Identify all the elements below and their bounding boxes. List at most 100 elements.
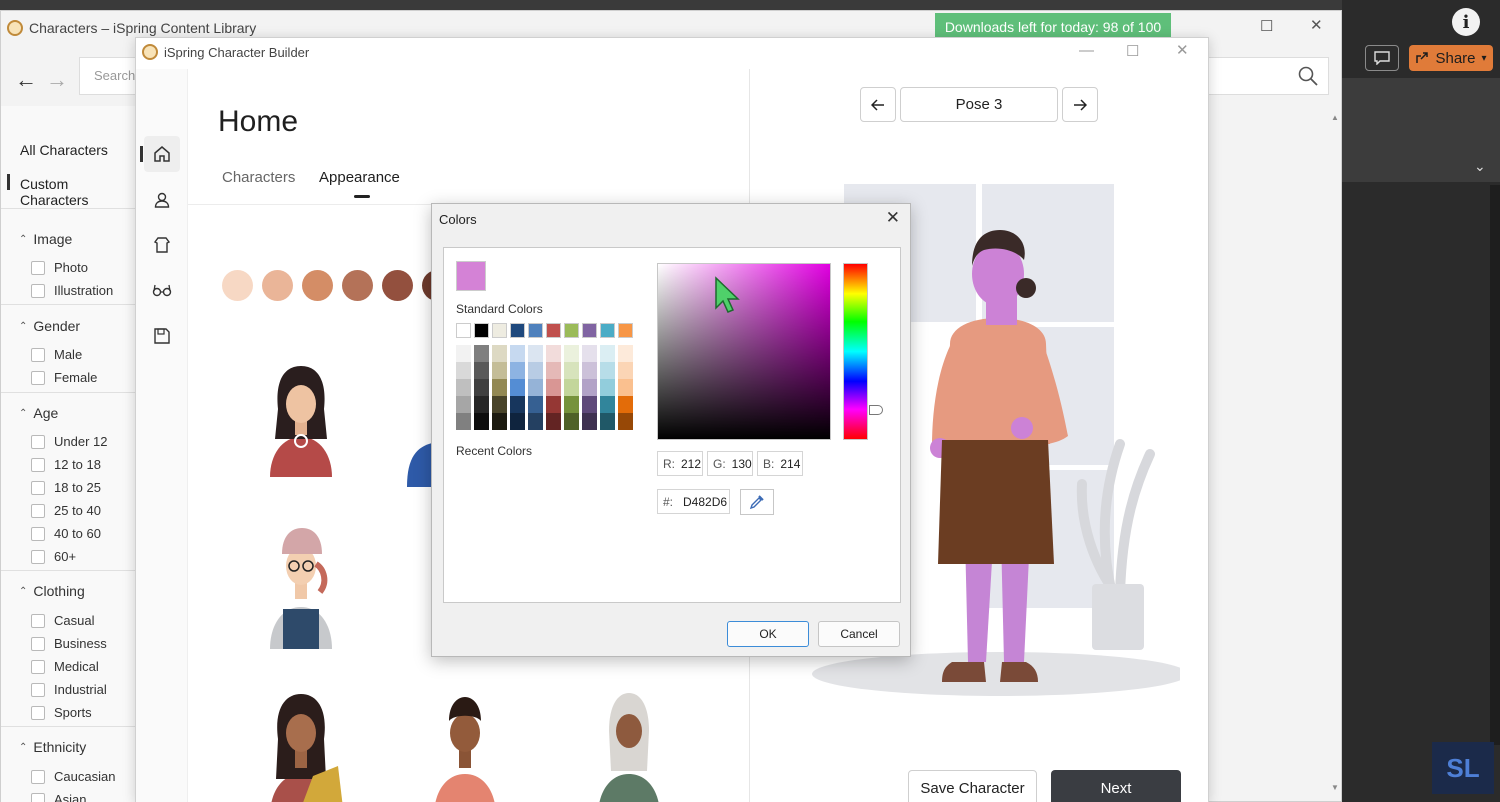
shade-swatch[interactable] — [528, 345, 543, 362]
shade-swatch[interactable] — [510, 379, 525, 396]
checkbox[interactable] — [31, 260, 45, 275]
filter-option-male[interactable]: Male — [31, 347, 82, 362]
filter-option-caucasian[interactable]: Caucasian — [31, 769, 115, 784]
standard-color-swatch[interactable] — [546, 323, 561, 338]
shade-swatch[interactable] — [492, 362, 507, 379]
character-button[interactable] — [144, 182, 180, 218]
filter-option-18-to-25[interactable]: 18 to 25 — [31, 480, 101, 495]
comment-button[interactable] — [1365, 45, 1399, 71]
shade-swatch[interactable] — [510, 413, 525, 430]
checkbox[interactable] — [31, 769, 45, 784]
skin-tone-swatch[interactable] — [342, 270, 373, 301]
save-button[interactable] — [144, 318, 180, 354]
shade-swatch[interactable] — [528, 379, 543, 396]
filter-option-photo[interactable]: Photo — [31, 260, 88, 275]
shade-swatch[interactable] — [546, 362, 561, 379]
home-button[interactable] — [144, 136, 180, 172]
shade-swatch[interactable] — [618, 413, 633, 430]
shade-swatch[interactable] — [582, 362, 597, 379]
shade-swatch[interactable] — [582, 379, 597, 396]
filter-header-clothing[interactable]: ⌃ Clothing — [19, 583, 85, 599]
shade-swatch[interactable] — [456, 413, 471, 430]
eyedropper-button[interactable] — [740, 489, 774, 515]
shade-swatch[interactable] — [456, 345, 471, 362]
checkbox[interactable] — [31, 526, 45, 541]
filter-option-sports[interactable]: Sports — [31, 705, 92, 720]
scroll-up-icon[interactable]: ▲ — [1331, 113, 1339, 122]
filter-header-age[interactable]: ⌃ Age — [19, 405, 58, 421]
saturation-value-picker[interactable] — [657, 263, 831, 440]
shade-swatch[interactable] — [474, 396, 489, 413]
character-thumbnail[interactable] — [238, 671, 368, 802]
filter-option-industrial[interactable]: Industrial — [31, 682, 107, 697]
skin-tone-swatch[interactable] — [222, 270, 253, 301]
shade-swatch[interactable] — [564, 413, 579, 430]
sidebar-item-custom-characters[interactable]: Custom Characters — [20, 176, 137, 208]
filter-option-under-12[interactable]: Under 12 — [31, 434, 107, 449]
checkbox[interactable] — [31, 480, 45, 495]
shade-swatch[interactable] — [600, 362, 615, 379]
shade-swatch[interactable] — [474, 413, 489, 430]
checkbox[interactable] — [31, 636, 45, 651]
standard-color-swatch[interactable] — [456, 323, 471, 338]
shade-swatch[interactable] — [582, 345, 597, 362]
shade-swatch[interactable] — [456, 379, 471, 396]
save-character-button[interactable]: Save Character — [908, 770, 1037, 802]
hue-slider-handle[interactable] — [869, 405, 883, 415]
shade-swatch[interactable] — [546, 379, 561, 396]
scroll-down-icon[interactable]: ▼ — [1331, 783, 1339, 792]
standard-color-swatch[interactable] — [618, 323, 633, 338]
info-icon[interactable]: i — [1452, 8, 1480, 36]
tab-appearance[interactable]: Appearance — [319, 169, 400, 186]
green-field[interactable]: G: 130 — [707, 451, 753, 476]
filter-option-12-to-18[interactable]: 12 to 18 — [31, 457, 101, 472]
filter-option-medical[interactable]: Medical — [31, 659, 99, 674]
powerpoint-scrollbar[interactable] — [1490, 185, 1500, 745]
shade-swatch[interactable] — [600, 413, 615, 430]
filter-header-ethnicity[interactable]: ⌃ Ethnicity — [19, 739, 86, 755]
shade-swatch[interactable] — [492, 345, 507, 362]
checkbox[interactable] — [31, 549, 45, 564]
checkbox[interactable] — [31, 792, 45, 802]
share-button[interactable]: Share ▾ — [1409, 45, 1493, 71]
shade-swatch[interactable] — [510, 396, 525, 413]
shade-swatch[interactable] — [528, 413, 543, 430]
minimize-icon[interactable]: — — [1079, 42, 1094, 59]
shade-swatch[interactable] — [456, 396, 471, 413]
shade-swatch[interactable] — [528, 362, 543, 379]
checkbox[interactable] — [31, 457, 45, 472]
accessories-button[interactable] — [144, 272, 180, 308]
shade-swatch[interactable] — [600, 345, 615, 362]
close-icon[interactable]: ✕ — [1310, 16, 1323, 34]
checkbox[interactable] — [31, 370, 45, 385]
checkbox[interactable] — [31, 659, 45, 674]
filter-header-image[interactable]: ⌃ Image — [19, 231, 72, 247]
close-icon[interactable]: ✕ — [886, 208, 900, 228]
standard-color-swatch[interactable] — [528, 323, 543, 338]
skin-tone-swatch[interactable] — [262, 270, 293, 301]
checkbox[interactable] — [31, 613, 45, 628]
filter-option-60-plus[interactable]: 60+ — [31, 549, 76, 564]
checkbox[interactable] — [31, 503, 45, 518]
close-icon[interactable]: ✕ — [1176, 41, 1189, 59]
shade-swatch[interactable] — [618, 396, 633, 413]
skin-tone-swatch[interactable] — [382, 270, 413, 301]
shade-swatch[interactable] — [474, 362, 489, 379]
shade-swatch[interactable] — [618, 362, 633, 379]
shade-swatch[interactable] — [528, 396, 543, 413]
standard-color-swatch[interactable] — [582, 323, 597, 338]
standard-color-swatch[interactable] — [474, 323, 489, 338]
blue-field[interactable]: B: 214 — [757, 451, 803, 476]
tab-characters[interactable]: Characters — [222, 169, 295, 186]
shade-swatch[interactable] — [510, 362, 525, 379]
filter-option-asian[interactable]: Asian — [31, 792, 87, 802]
shade-swatch[interactable] — [564, 379, 579, 396]
character-thumbnail[interactable] — [402, 671, 532, 802]
shade-swatch[interactable] — [546, 345, 561, 362]
shade-swatch[interactable] — [618, 379, 633, 396]
shade-swatch[interactable] — [510, 345, 525, 362]
filter-header-gender[interactable]: ⌃ Gender — [19, 318, 80, 334]
cancel-button[interactable]: Cancel — [818, 621, 900, 647]
forward-arrow-icon[interactable]: → — [46, 67, 68, 93]
checkbox[interactable] — [31, 347, 45, 362]
